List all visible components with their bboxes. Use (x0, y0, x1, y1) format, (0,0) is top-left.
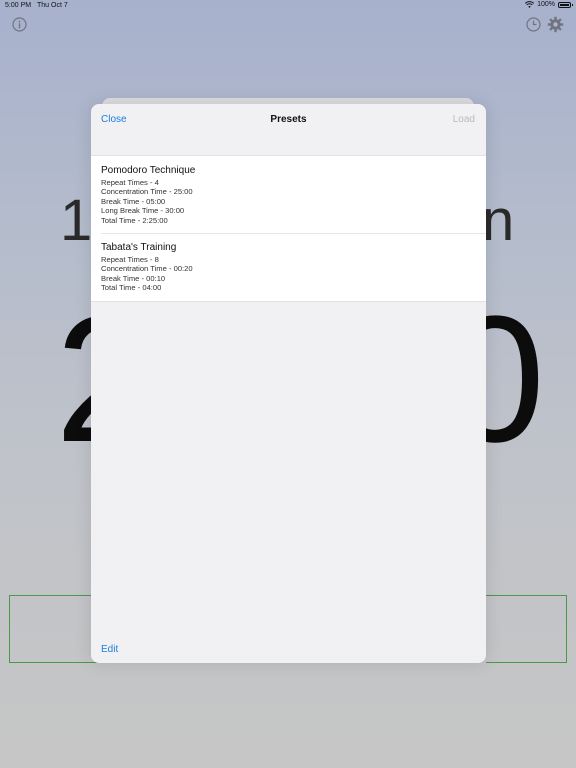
preset-detail: Total Time - 2:25:00 (101, 215, 168, 225)
background-round-label-end: n (482, 188, 515, 253)
presets-sheet: Close Presets Load Pomodoro Technique Re… (91, 104, 486, 663)
background-start-button-right (486, 595, 567, 663)
edit-button[interactable]: Edit (101, 644, 118, 655)
load-button[interactable]: Load (453, 114, 475, 125)
preset-name: Pomodoro Technique (101, 165, 196, 176)
battery-icon (558, 1, 573, 8)
preset-detail: Total Time - 04:00 (101, 283, 162, 293)
preset-list: Pomodoro Technique Repeat Times - 4 Conc… (91, 155, 486, 302)
status-right: 100% (525, 1, 573, 8)
wifi-icon (525, 1, 535, 8)
preset-detail: Repeat Times - 8 (101, 255, 159, 265)
preset-item-tabata[interactable]: Tabata's Training Repeat Times - 8 Conce… (91, 233, 486, 301)
preset-detail: Break Time - 00:10 (101, 273, 166, 283)
background-start-button-left (9, 595, 99, 663)
status-time: 5:00 PM (5, 2, 32, 9)
status-date: Thu Oct 7 (37, 2, 68, 9)
gear-icon[interactable] (547, 16, 564, 33)
info-icon[interactable] (12, 17, 27, 32)
preset-detail: Concentration Time - 25:00 (101, 187, 193, 197)
preset-name: Tabata's Training (101, 242, 177, 254)
sheet-header: Close Presets Load (91, 104, 486, 136)
preset-detail: Concentration Time - 00:20 (101, 264, 193, 274)
preset-detail: Break Time - 05:00 (101, 196, 166, 206)
history-icon[interactable] (526, 17, 541, 32)
preset-item-pomodoro[interactable]: Pomodoro Technique Repeat Times - 4 Conc… (91, 156, 486, 233)
sheet-title: Presets (270, 114, 307, 125)
preset-detail: Long Break Time - 30:00 (101, 206, 185, 216)
battery-percent: 100% (537, 1, 555, 8)
preset-detail: Repeat Times - 4 (101, 178, 159, 187)
status-bar: 5:00 PM Thu Oct 7 100% (0, 0, 576, 12)
